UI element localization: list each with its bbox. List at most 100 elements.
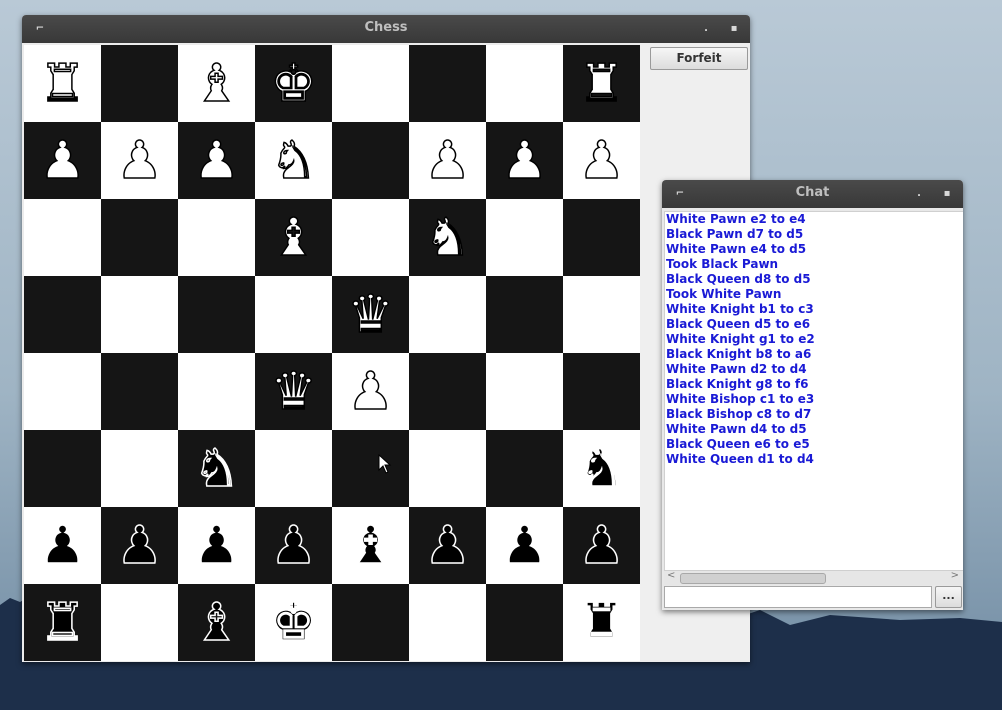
board-square[interactable] — [486, 430, 563, 507]
white-knight-icon[interactable]: ♞ — [423, 211, 471, 265]
board-square[interactable] — [409, 430, 486, 507]
scroll-left-icon[interactable]: < — [667, 570, 675, 581]
board-square[interactable] — [255, 276, 332, 353]
black-pawn-icon[interactable]: ♟ — [269, 519, 317, 573]
forfeit-button[interactable]: Forfeit — [650, 47, 748, 70]
maximize-icon[interactable]: ▪ — [937, 180, 957, 208]
white-king-icon[interactable]: ♚ — [269, 57, 317, 111]
black-pawn-icon[interactable]: ♟ — [500, 519, 548, 573]
board-square[interactable] — [332, 199, 409, 276]
white-bishop-icon[interactable]: ♝ — [192, 57, 240, 111]
black-king-icon[interactable]: ♚ — [269, 596, 317, 650]
maximize-icon[interactable]: ▪ — [724, 15, 744, 43]
board-square[interactable]: ♟ — [332, 353, 409, 430]
board-square[interactable]: ♟ — [255, 507, 332, 584]
board-square[interactable] — [178, 276, 255, 353]
board-square[interactable] — [178, 199, 255, 276]
board-square[interactable]: ♟ — [409, 507, 486, 584]
board-square[interactable] — [409, 584, 486, 661]
board-square[interactable] — [563, 353, 640, 430]
board-square[interactable] — [101, 199, 178, 276]
board-square[interactable]: ♞ — [178, 430, 255, 507]
board-square[interactable]: ♟ — [486, 507, 563, 584]
board-square[interactable]: ♞ — [409, 199, 486, 276]
black-pawn-icon[interactable]: ♟ — [192, 519, 240, 573]
white-pawn-icon[interactable]: ♟ — [346, 365, 394, 419]
board-square[interactable] — [24, 353, 101, 430]
board-square[interactable] — [486, 276, 563, 353]
board-square[interactable] — [563, 199, 640, 276]
board-square[interactable] — [24, 199, 101, 276]
board-square[interactable] — [409, 353, 486, 430]
board-square[interactable]: ♞ — [255, 122, 332, 199]
white-rook-icon[interactable]: ♜ — [577, 57, 625, 111]
scroll-right-icon[interactable]: > — [951, 570, 959, 581]
chat-input[interactable] — [664, 586, 932, 608]
board-square[interactable]: ♜ — [24, 45, 101, 122]
board-square[interactable] — [563, 276, 640, 353]
board-square[interactable] — [101, 353, 178, 430]
black-bishop-icon[interactable]: ♝ — [192, 596, 240, 650]
board-square[interactable] — [486, 584, 563, 661]
board-square[interactable]: ♛ — [332, 276, 409, 353]
board-square[interactable] — [101, 276, 178, 353]
board-square[interactable]: ♞ — [563, 430, 640, 507]
scrollbar-thumb[interactable] — [680, 573, 826, 584]
board-square[interactable]: ♝ — [178, 45, 255, 122]
white-pawn-icon[interactable]: ♟ — [577, 134, 625, 188]
black-rook-icon[interactable]: ♜ — [577, 596, 625, 650]
board-square[interactable]: ♛ — [255, 353, 332, 430]
board-square[interactable]: ♚ — [255, 584, 332, 661]
board-square[interactable]: ♟ — [178, 122, 255, 199]
send-button[interactable]: ... — [935, 586, 962, 608]
white-pawn-icon[interactable]: ♟ — [500, 134, 548, 188]
board-square[interactable] — [24, 276, 101, 353]
board-square[interactable] — [101, 45, 178, 122]
chess-board[interactable]: ♜ ♝ ♚ ♜ ♟ ♟ ♟ ♞ ♟ ♟ ♟ ♝ ♞ ♛ ♛ ♟ ♞ ♞ ♟ ♟ ♟ ♟ ♝ ♟ ♟ ♟ ♜ ♝ ♚ ♜ — [24, 45, 640, 661]
white-bishop-icon[interactable]: ♝ — [269, 211, 317, 265]
board-square[interactable]: ♟ — [24, 122, 101, 199]
white-pawn-icon[interactable]: ♟ — [115, 134, 163, 188]
board-square[interactable]: ♝ — [178, 584, 255, 661]
board-square[interactable] — [255, 430, 332, 507]
board-square[interactable] — [24, 430, 101, 507]
board-square[interactable] — [332, 45, 409, 122]
board-square[interactable] — [332, 430, 409, 507]
white-knight-icon[interactable]: ♞ — [269, 134, 317, 188]
white-queen-icon[interactable]: ♛ — [346, 288, 394, 342]
board-square[interactable]: ♟ — [178, 507, 255, 584]
minimize-icon[interactable]: . — [909, 180, 929, 208]
board-square[interactable]: ♝ — [332, 507, 409, 584]
window-menu-icon[interactable]: ⌐ — [30, 15, 50, 43]
board-square[interactable]: ♜ — [24, 584, 101, 661]
board-square[interactable]: ♟ — [101, 507, 178, 584]
board-square[interactable]: ♟ — [24, 507, 101, 584]
board-square[interactable]: ♟ — [563, 122, 640, 199]
black-pawn-icon[interactable]: ♟ — [115, 519, 163, 573]
board-square[interactable]: ♝ — [255, 199, 332, 276]
black-pawn-icon[interactable]: ♟ — [577, 519, 625, 573]
board-square[interactable]: ♟ — [563, 507, 640, 584]
board-square[interactable]: ♟ — [409, 122, 486, 199]
board-square[interactable] — [486, 353, 563, 430]
chat-titlebar[interactable]: ⌐ Chat . ▪ — [662, 180, 963, 208]
black-knight-icon[interactable]: ♞ — [192, 442, 240, 496]
chess-titlebar[interactable]: ⌐ Chess . ▪ — [22, 15, 750, 43]
board-square[interactable] — [409, 45, 486, 122]
board-square[interactable] — [409, 276, 486, 353]
chat-log[interactable]: White Pawn e2 to e4 Black Pawn d7 to d5 Wh… — [664, 211, 963, 571]
white-pawn-icon[interactable]: ♟ — [423, 134, 471, 188]
white-queen-icon[interactable]: ♛ — [269, 365, 317, 419]
horizontal-scrollbar[interactable]: < > — [664, 570, 962, 585]
board-square[interactable] — [178, 353, 255, 430]
black-pawn-icon[interactable]: ♟ — [38, 519, 86, 573]
board-square[interactable]: ♜ — [563, 45, 640, 122]
black-pawn-icon[interactable]: ♟ — [423, 519, 471, 573]
board-square[interactable]: ♟ — [486, 122, 563, 199]
black-bishop-icon[interactable]: ♝ — [346, 519, 394, 573]
board-square[interactable] — [101, 584, 178, 661]
board-square[interactable]: ♜ — [563, 584, 640, 661]
board-square[interactable]: ♚ — [255, 45, 332, 122]
board-square[interactable] — [332, 122, 409, 199]
white-pawn-icon[interactable]: ♟ — [192, 134, 240, 188]
